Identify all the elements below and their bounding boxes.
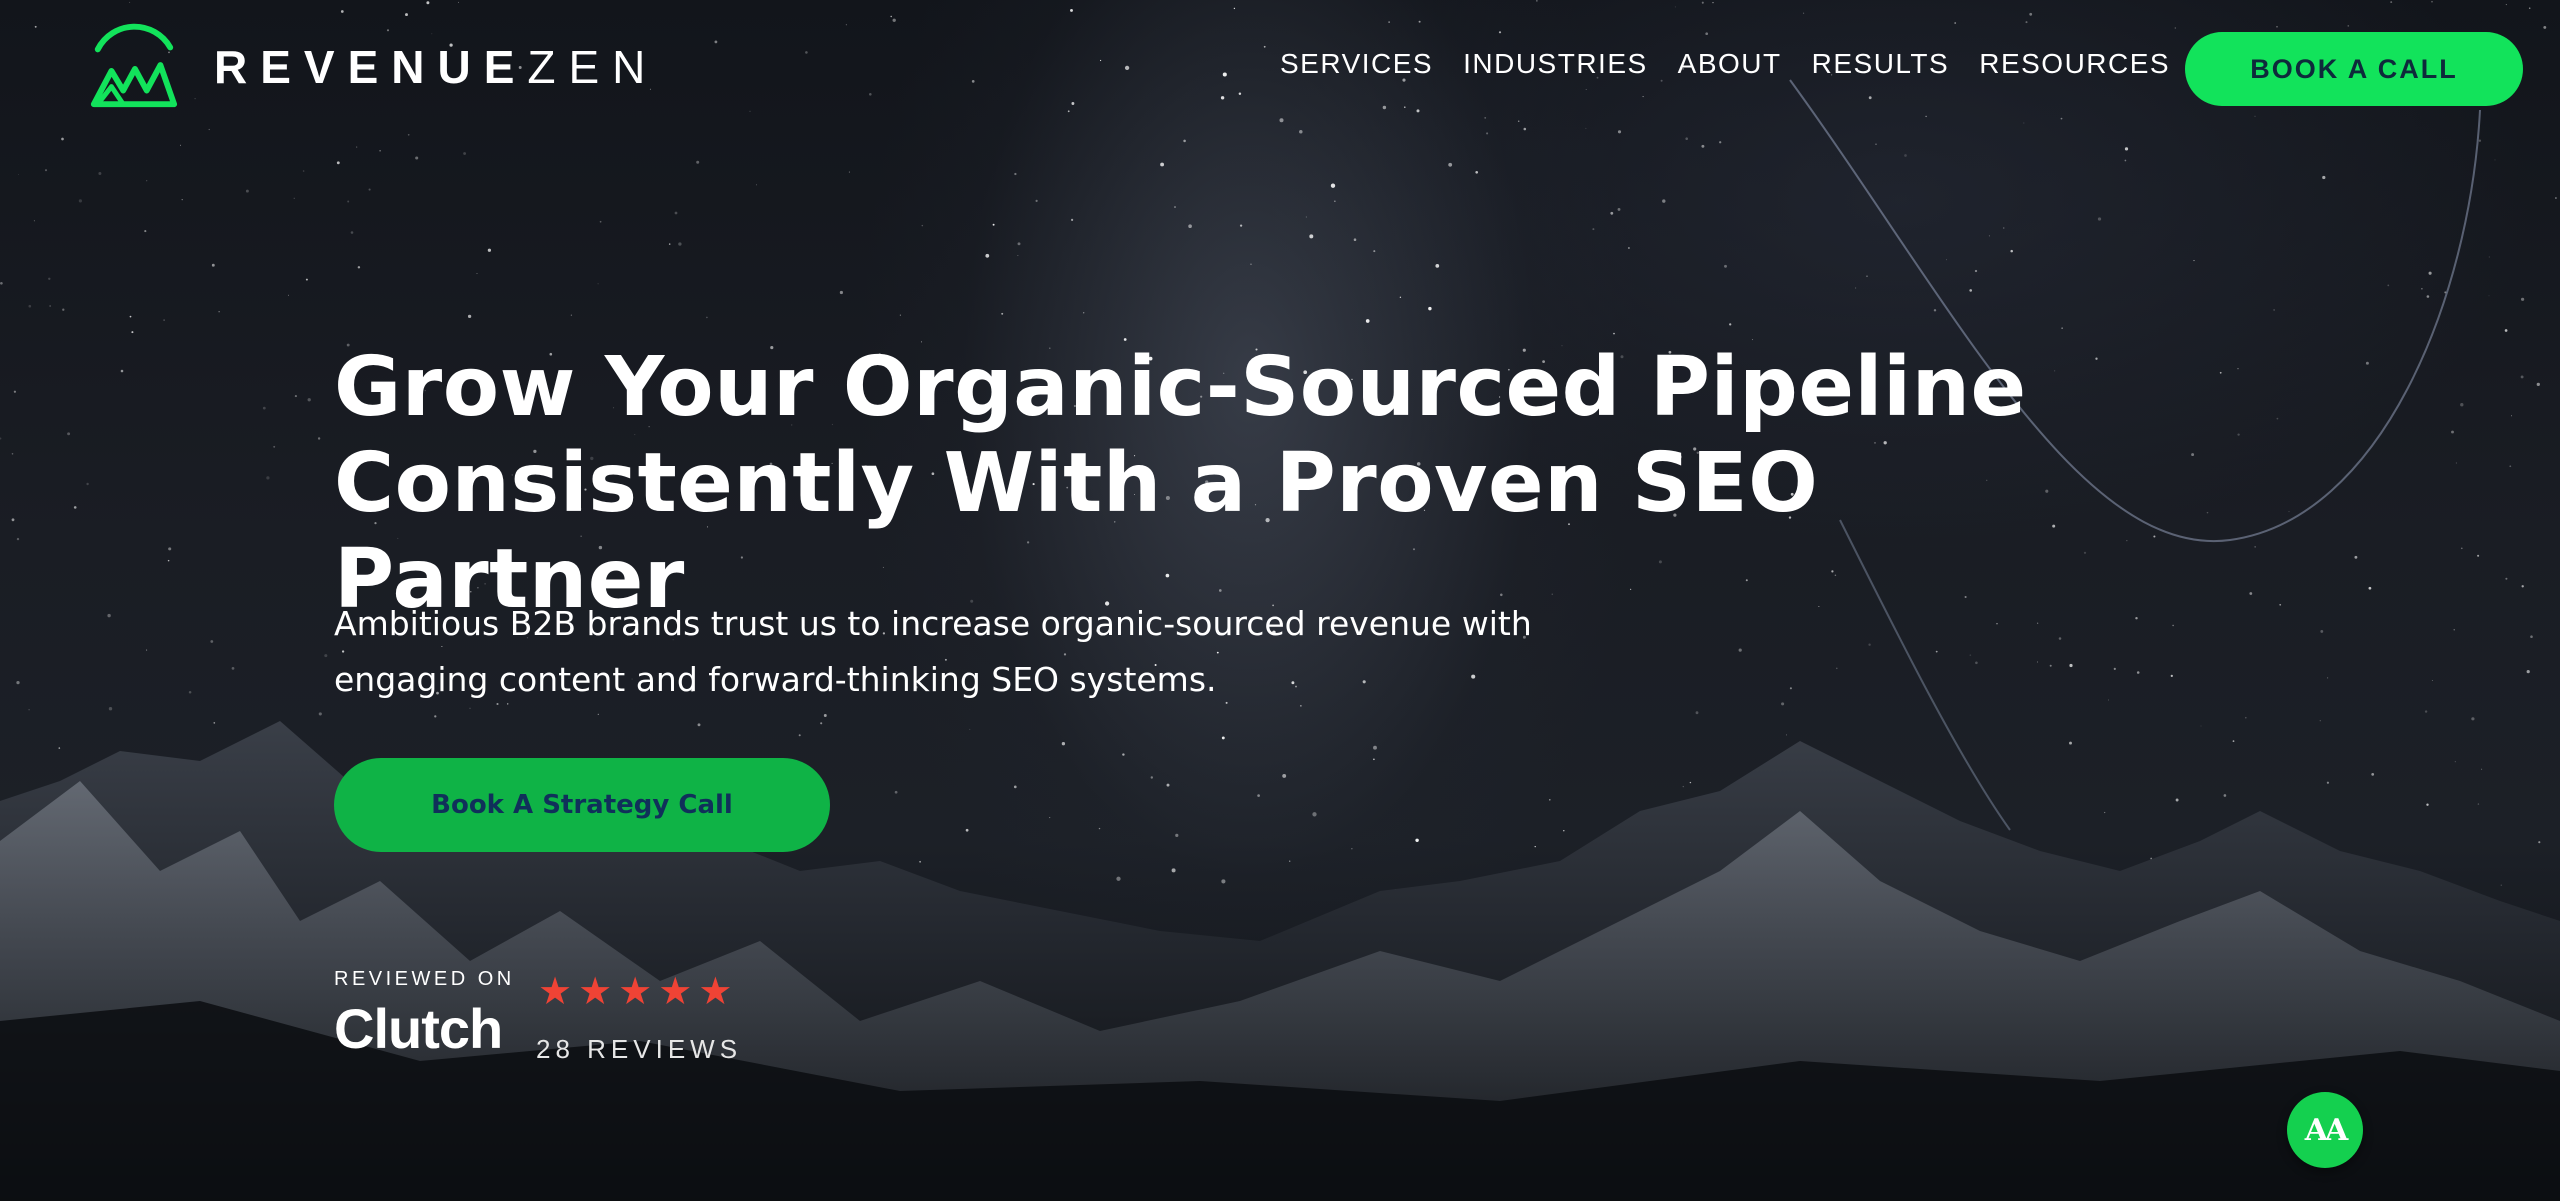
star-icon: ★ bbox=[618, 969, 653, 1013]
hero-headline-line-1: Grow Your Organic-Sourced Pipeline bbox=[334, 340, 2027, 435]
reviewed-on-label: REVIEWED ON bbox=[334, 968, 515, 990]
accessibility-text-size-icon[interactable]: AA bbox=[2287, 1092, 2363, 1168]
nav-about[interactable]: ABOUT bbox=[1678, 48, 1782, 80]
brand-wordmark: REVENUEZEN bbox=[214, 41, 659, 93]
main-nav: SERVICES INDUSTRIES ABOUT RESULTS RESOUR… bbox=[1280, 48, 2170, 80]
reviews-count: 28 REVIEWS bbox=[536, 1034, 743, 1064]
accessibility-label: AA bbox=[2304, 1112, 2349, 1148]
hero-subheadline: Ambitious B2B brands trust us to increas… bbox=[334, 596, 1694, 708]
clutch-logo: Clutch bbox=[334, 997, 503, 1060]
nav-services[interactable]: SERVICES bbox=[1280, 48, 1433, 80]
nav-resources[interactable]: RESOURCES bbox=[1979, 48, 2170, 80]
hero-subheadline-line-2: engaging content and forward-thinking SE… bbox=[334, 660, 1217, 699]
hero-subheadline-line-1: Ambitious B2B brands trust us to increas… bbox=[334, 604, 1532, 643]
nav-industries[interactable]: INDUSTRIES bbox=[1463, 48, 1648, 80]
star-icon: ★ bbox=[658, 969, 693, 1013]
book-a-call-button[interactable]: BOOK A CALL bbox=[2185, 32, 2523, 106]
clutch-review-badge[interactable]: REVIEWED ON Clutch ★ ★ ★ ★ ★ 28 REVIEWS bbox=[334, 968, 754, 1078]
mountain-peaks-icon bbox=[90, 23, 178, 108]
nav-results[interactable]: RESULTS bbox=[1812, 48, 1950, 80]
star-icon: ★ bbox=[538, 969, 573, 1013]
star-icon: ★ bbox=[578, 969, 613, 1013]
star-icon: ★ bbox=[698, 969, 733, 1013]
brand-logo[interactable]: REVENUEZEN bbox=[84, 20, 658, 114]
rating-stars: ★ ★ ★ ★ ★ bbox=[538, 972, 732, 1010]
hero-headline: Grow Your Organic-Sourced Pipeline Consi… bbox=[334, 340, 2194, 628]
book-strategy-call-button[interactable]: Book A Strategy Call bbox=[334, 758, 830, 852]
